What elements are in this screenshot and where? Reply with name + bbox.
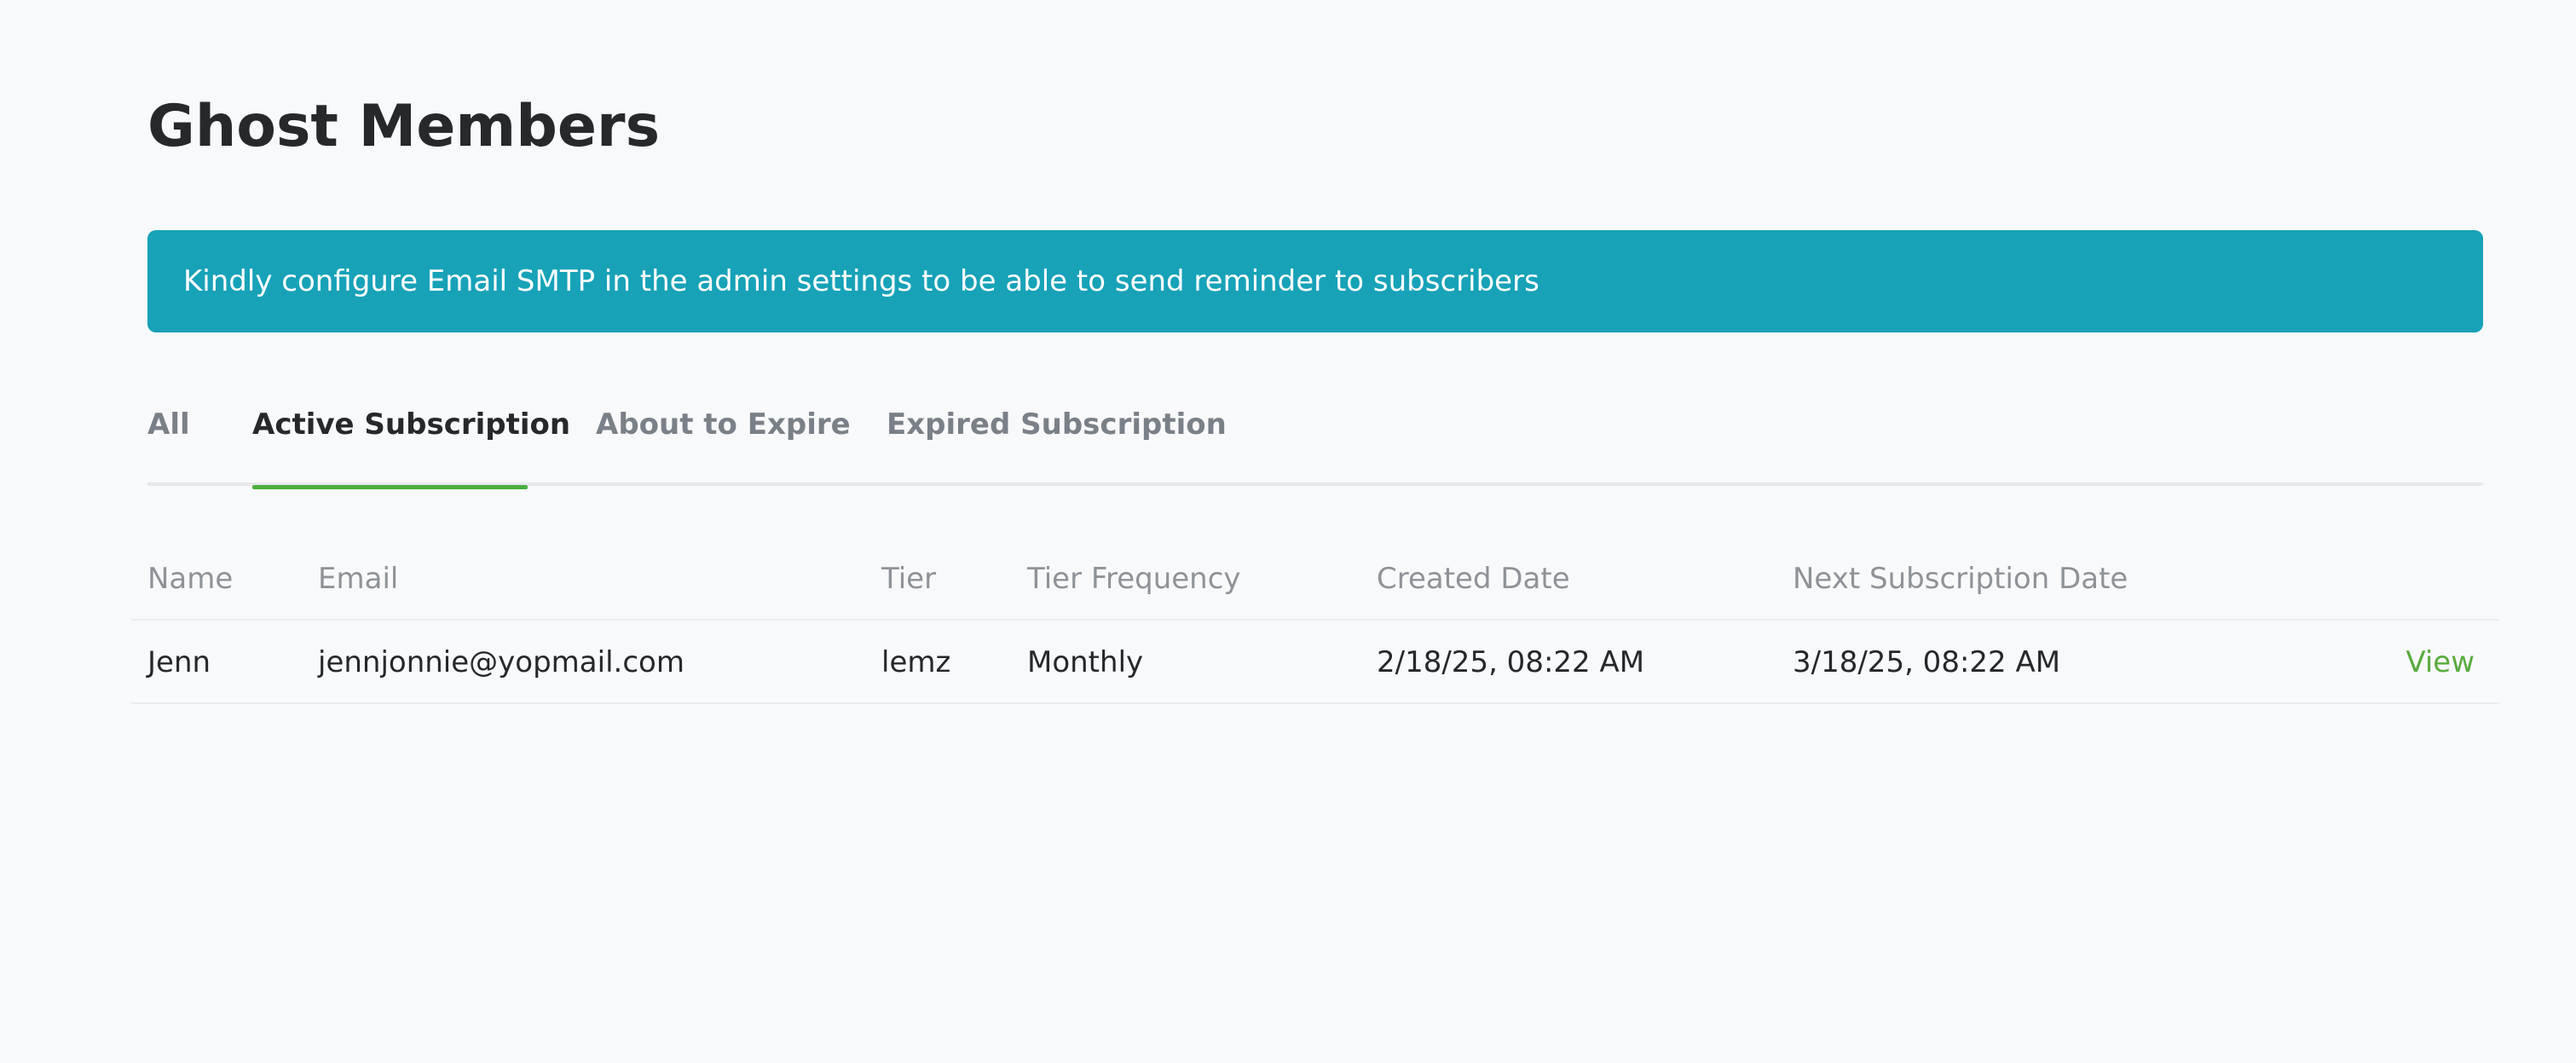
- view-member-link[interactable]: View: [2406, 621, 2475, 704]
- smtp-alert-banner: Kindly configure Email SMTP in the admin…: [147, 230, 2483, 332]
- table-row: Jenn jennjonnie@yopmail.com lemz Monthly…: [131, 621, 2499, 704]
- member-tier-frequency: Monthly: [1027, 645, 1144, 679]
- member-email: jennjonnie@yopmail.com: [318, 645, 684, 679]
- tab-about-to-expire[interactable]: About to Expire: [596, 392, 851, 486]
- column-header-tier: Tier: [881, 562, 937, 596]
- subscription-tabs: All Active Subscription About to Expire …: [147, 392, 2483, 489]
- member-next-subscription-date: 3/18/25, 08:22 AM: [1793, 645, 2061, 679]
- column-header-name: Name: [147, 562, 234, 596]
- column-header-created-date: Created Date: [1377, 562, 1570, 596]
- column-header-tier-frequency: Tier Frequency: [1027, 562, 1241, 596]
- members-table-header: Name Email Tier Tier Frequency Created D…: [131, 546, 2499, 621]
- member-created-date: 2/18/25, 08:22 AM: [1377, 645, 1645, 679]
- tab-all[interactable]: All: [147, 392, 190, 486]
- page-title: Ghost Members: [147, 93, 661, 160]
- tab-active-subscription[interactable]: Active Subscription: [252, 392, 570, 489]
- member-name: Jenn: [147, 645, 211, 679]
- column-header-next-subscription-date: Next Subscription Date: [1793, 562, 2128, 596]
- alert-message: Kindly configure Email SMTP in the admin…: [183, 264, 1539, 298]
- page: Ghost Members Kindly configure Email SMT…: [0, 0, 2576, 1063]
- column-header-email: Email: [318, 562, 399, 596]
- tab-expired-subscription[interactable]: Expired Subscription: [887, 392, 1227, 486]
- member-tier: lemz: [881, 645, 951, 679]
